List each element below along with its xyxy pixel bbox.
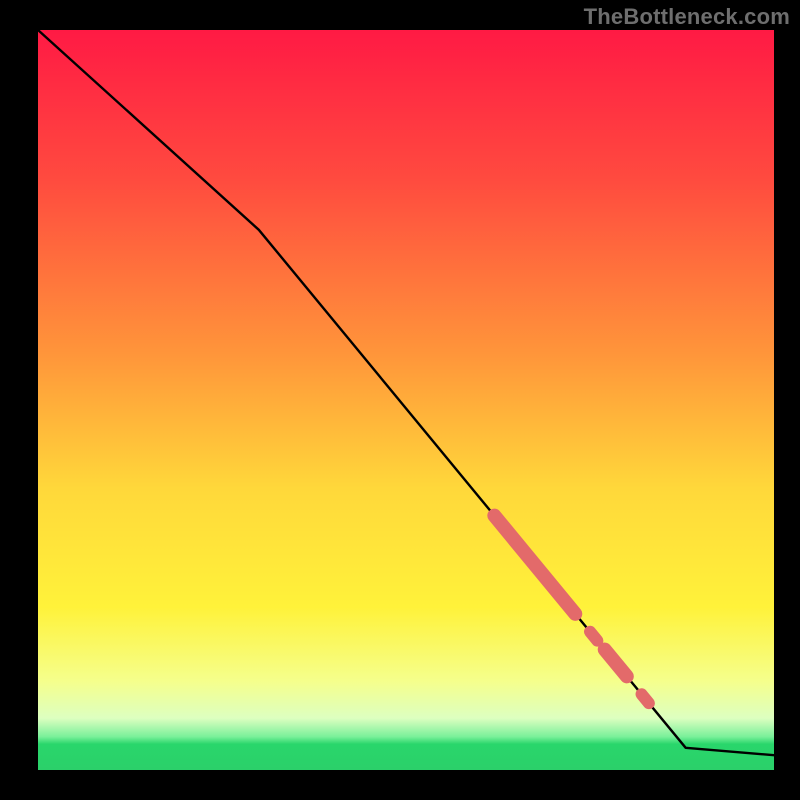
bottleneck-chart xyxy=(0,0,800,800)
plot-area xyxy=(38,30,774,770)
highlight-segment xyxy=(642,694,649,703)
highlight-segment xyxy=(590,632,597,641)
chart-frame: TheBottleneck.com xyxy=(0,0,800,800)
watermark-text: TheBottleneck.com xyxy=(584,4,790,30)
